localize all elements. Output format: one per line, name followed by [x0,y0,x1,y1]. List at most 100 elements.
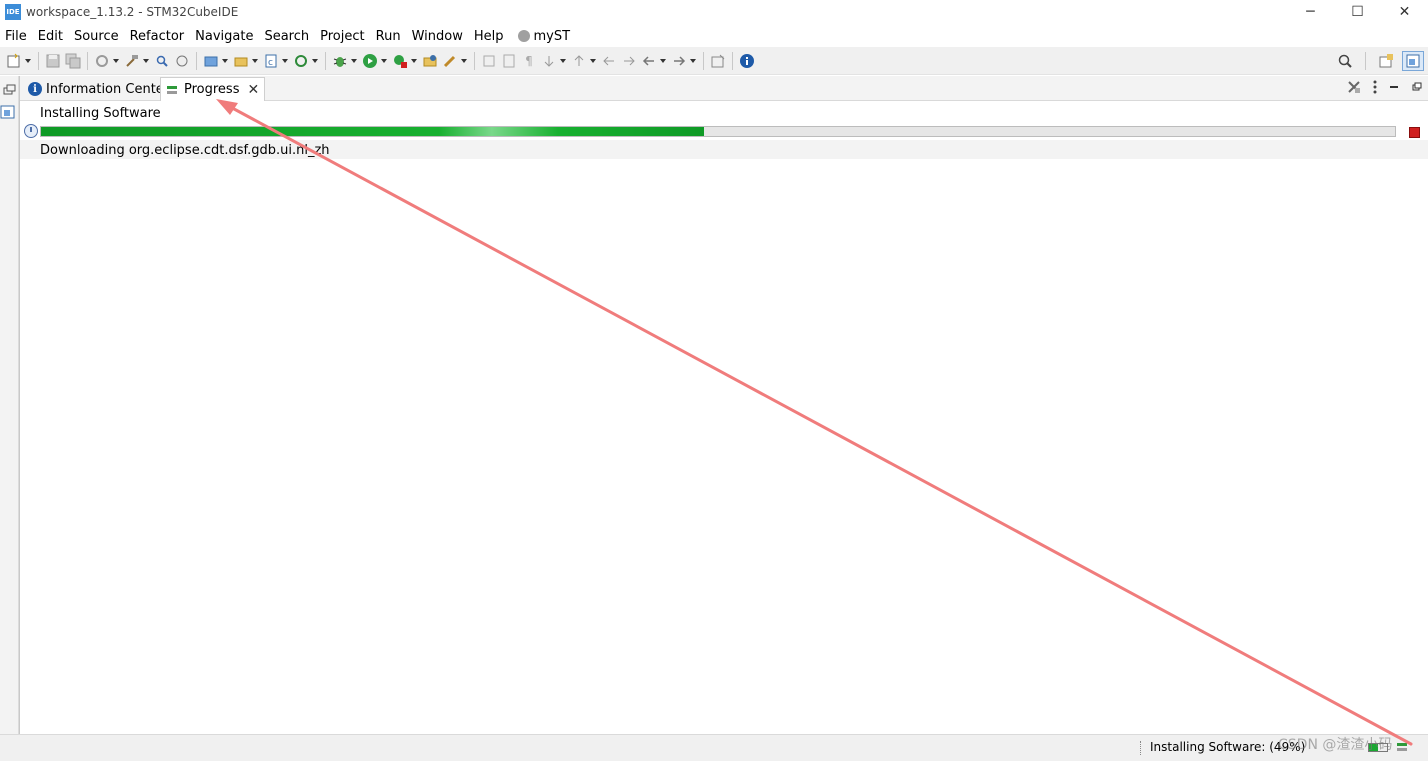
window-controls: ─ ☐ ✕ [1287,0,1428,24]
tab-progress-label: Progress [184,82,240,97]
run-dropdown[interactable] [380,53,387,69]
global-search-icon[interactable] [1337,53,1353,69]
toolbar-separator [732,51,733,70]
folder-dropdown[interactable] [251,53,258,69]
user-icon [518,30,531,42]
close-tab-icon[interactable]: ✕ [247,82,259,98]
toolbar-separator [196,51,197,70]
view-menu-icon[interactable] [1372,79,1378,95]
new-class-icon[interactable]: c [263,53,279,69]
toolbar-separator [87,51,88,70]
refresh-dropdown[interactable] [311,53,318,69]
save-all-icon[interactable] [65,53,81,69]
pin-editor-icon[interactable] [710,53,726,69]
menu-refactor[interactable]: Refactor [125,29,191,44]
menu-help[interactable]: Help [469,29,510,44]
progress-view-icon[interactable] [1396,741,1410,753]
new-class-dropdown[interactable] [281,53,288,69]
build-config-dropdown[interactable] [112,53,119,69]
left-trim-stack [0,76,19,734]
save-icon[interactable] [45,53,61,69]
progress-icon [166,84,180,96]
window-title: workspace_1.13.2 - STM32CubeIDE [26,5,239,19]
view-tab-bar: i Information Center Progress ✕ [20,76,1428,101]
menu-search[interactable]: Search [259,29,315,44]
job-progress-fill [41,127,705,136]
build-dropdown[interactable] [142,53,149,69]
maximize-view-icon[interactable] [1410,79,1422,95]
title-bar: IDE workspace_1.13.2 - STM32CubeIDE ─ ☐ … [0,0,1428,24]
menu-window[interactable]: Window [407,29,469,44]
whitespace-icon[interactable]: ¶ [521,53,537,69]
menu-edit[interactable]: Edit [33,29,69,44]
app-icon: IDE [5,4,21,20]
next-annotation-icon[interactable] [541,53,557,69]
restore-icon[interactable] [0,76,19,136]
info-icon: i [28,82,42,96]
toolbar-separator [474,51,475,70]
tab-information-center[interactable]: i Information Center [23,77,174,101]
search-icon[interactable] [154,53,170,69]
open-type-icon[interactable] [422,53,438,69]
prev-annotation-dropdown[interactable] [589,53,596,69]
pen-dropdown[interactable] [460,53,467,69]
cubeide-perspective-button[interactable] [1402,51,1424,71]
toggle-mark-icon[interactable] [481,53,497,69]
external-tools-icon[interactable] [392,53,408,69]
forward-icon[interactable] [671,53,687,69]
debug-dropdown[interactable] [350,53,357,69]
pen-icon[interactable] [442,53,458,69]
last-edit-icon[interactable] [601,53,617,69]
toolbar-separator [703,51,704,70]
open-perspective-icon[interactable] [1378,53,1394,69]
job-progress-bar [40,126,1396,137]
external-tools-dropdown[interactable] [410,53,417,69]
menu-run[interactable]: Run [371,29,407,44]
build-config-icon[interactable] [94,53,110,69]
menu-navigate[interactable]: Navigate [190,29,259,44]
cancel-job-button[interactable] [1409,127,1420,138]
menu-myst-label: myST [533,28,571,44]
svg-text:c: c [268,58,273,68]
minimize-button[interactable]: ─ [1287,0,1334,24]
block-select-icon[interactable] [501,53,517,69]
view-toolbar [1346,79,1422,95]
open-dropdown[interactable] [221,53,228,69]
menu-project[interactable]: Project [315,29,370,44]
back-dropdown[interactable] [659,53,666,69]
new-icon[interactable] [6,53,22,69]
forward-dropdown[interactable] [689,53,696,69]
build-icon[interactable] [124,53,140,69]
menu-myst[interactable]: myST [513,29,576,44]
watermark: CSDN @渣渣小码 [1278,737,1393,753]
main-toolbar: c ¶ [0,47,1428,75]
menu-source[interactable]: Source [69,29,125,44]
tab-progress[interactable]: Progress ✕ [160,77,266,101]
close-button[interactable]: ✕ [1381,0,1428,24]
menu-bar: File Edit Source Refactor Navigate Searc… [0,25,1428,47]
job-name: Installing Software [40,106,161,121]
progress-view: i Information Center Progress ✕ Installi… [19,76,1428,734]
toolbar-separator [1365,52,1366,70]
run-icon[interactable] [362,53,378,69]
new-dropdown[interactable] [24,53,31,69]
tab-information-center-label: Information Center [46,81,170,97]
debug-icon[interactable] [332,53,348,69]
back-icon[interactable] [641,53,657,69]
minimize-view-icon[interactable] [1388,79,1400,95]
remove-all-finished-icon[interactable] [1346,79,1362,95]
hand-icon[interactable] [174,53,190,69]
prev-annotation-icon[interactable] [571,53,587,69]
refresh-icon[interactable] [293,53,309,69]
maximize-button[interactable]: ☐ [1334,0,1381,24]
menu-file[interactable]: File [0,29,33,44]
next-annotation-dropdown[interactable] [559,53,566,69]
forward-edit-icon[interactable] [621,53,637,69]
open-file-icon[interactable] [203,53,219,69]
info-icon[interactable] [739,53,755,69]
folder-icon[interactable] [233,53,249,69]
status-bar: Installing Software: (49%) [0,734,1428,761]
toolbar-separator [38,51,39,70]
job-clock-icon [24,124,38,138]
toolbar-right [1335,51,1424,71]
